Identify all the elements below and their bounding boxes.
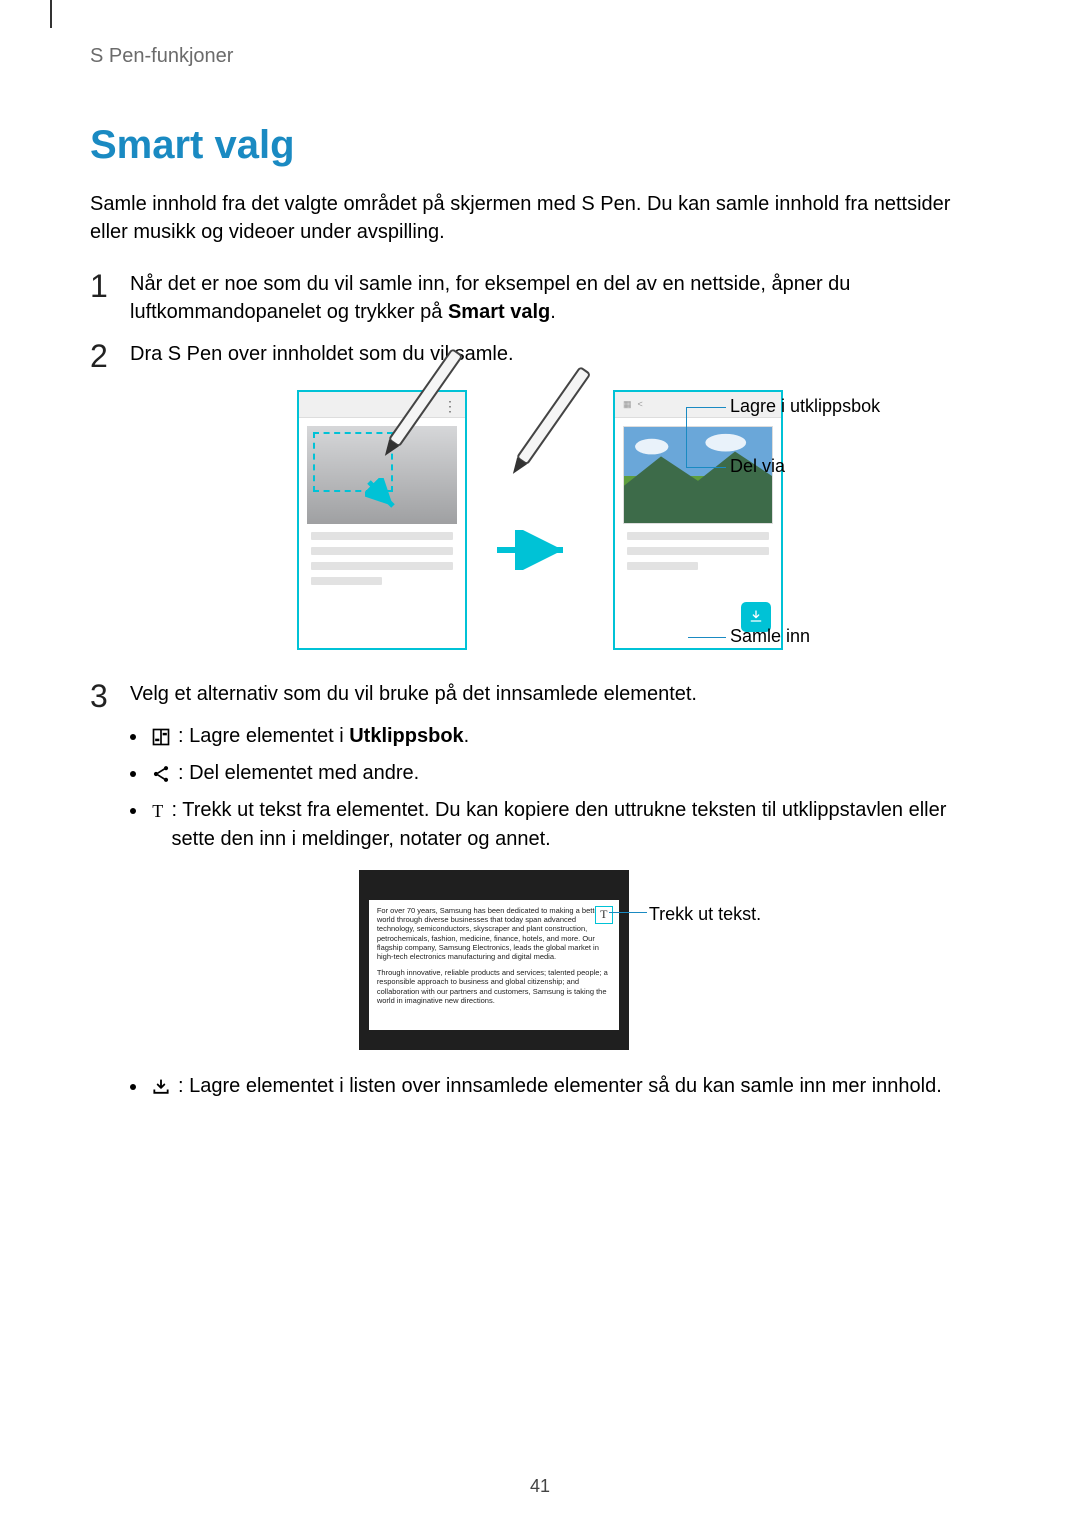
page-number: 41 [0,1476,1080,1497]
step-number: 2 [90,340,124,374]
step-body: Dra S Pen over innholdet som du vil saml… [130,340,990,368]
figure-text-extract: For over 70 years, Samsung has been dedi… [130,870,990,1050]
mock-text-lines [311,532,453,585]
margin-tick [50,0,52,28]
bullet-extract-text: T : Trekk ut tekst fra elementet. Du kan… [130,796,990,854]
mock-image-area [307,426,457,524]
toolbar-mini-icons: ▦< [623,399,643,410]
bullet-dot [130,808,136,814]
callout-extract-text: Trekk ut tekst. [649,902,761,927]
bullet-dot [130,1084,136,1090]
bullet1-text-a: : Lagre elementet i [178,725,349,747]
scrapbook-icon [150,726,172,748]
bullet1-text-b: . [464,725,470,747]
breadcrumb: S Pen-funkjoner [90,45,990,68]
phone-mock-left: ⋮ [297,390,467,650]
step-3: 3 Velg et alternativ som du vil bruke på… [90,680,990,1109]
bullet4-text: : Lagre elementet i listen over innsamle… [178,1072,942,1101]
text-extract-icon: T [150,800,166,822]
share-icon [150,763,172,785]
step-2: 2 Dra S Pen over innholdet som du vil sa… [90,340,990,374]
sample-text-body: For over 70 years, Samsung has been dedi… [369,900,619,1030]
download-tray-icon [150,1076,172,1098]
step1-bold: Smart valg [448,301,550,323]
intro-paragraph: Samle innhold fra det valgte området på … [90,190,990,246]
bullet1-bold: Utklippsbok [349,725,463,747]
step-1: 1 Når det er noe som du vil samle inn, f… [90,270,990,326]
figure-smart-select: ⋮ [90,390,990,650]
text-extract-mock: For over 70 years, Samsung has been dedi… [359,870,629,1050]
arrow-diagonal-icon [365,478,401,514]
page-title: Smart valg [90,123,990,168]
step3-text: Velg et alternativ som du vil bruke på d… [130,680,990,708]
arrow-right-icon [495,530,575,570]
bullet-dot [130,771,136,777]
bullet-save-scrapbook: : Lagre elementet i Utklippsbok. [130,722,990,751]
kebab-icon: ⋮ [443,398,457,415]
callout-collect: Samle inn [730,626,810,646]
step-body: Når det er noe som du vil samle inn, for… [130,270,990,326]
step-number: 3 [90,680,124,714]
step-number: 1 [90,270,124,304]
extract-text-button[interactable]: T [595,906,613,924]
bullet-save-collected: : Lagre elementet i listen over innsamle… [130,1072,990,1101]
callout-share-via: Del via [730,456,785,476]
bullet-share: : Del elementet med andre. [130,759,990,788]
step1-text-b: . [550,301,556,323]
bullet3-text: : Trekk ut tekst fra elementet. Du kan k… [172,796,990,854]
mock-topbar: ⋮ [299,392,465,418]
bullet2-text: : Del elementet med andre. [178,759,419,788]
callout-save-scrapbook: Lagre i utklippsbok [730,396,880,416]
bullet-dot [130,734,136,740]
